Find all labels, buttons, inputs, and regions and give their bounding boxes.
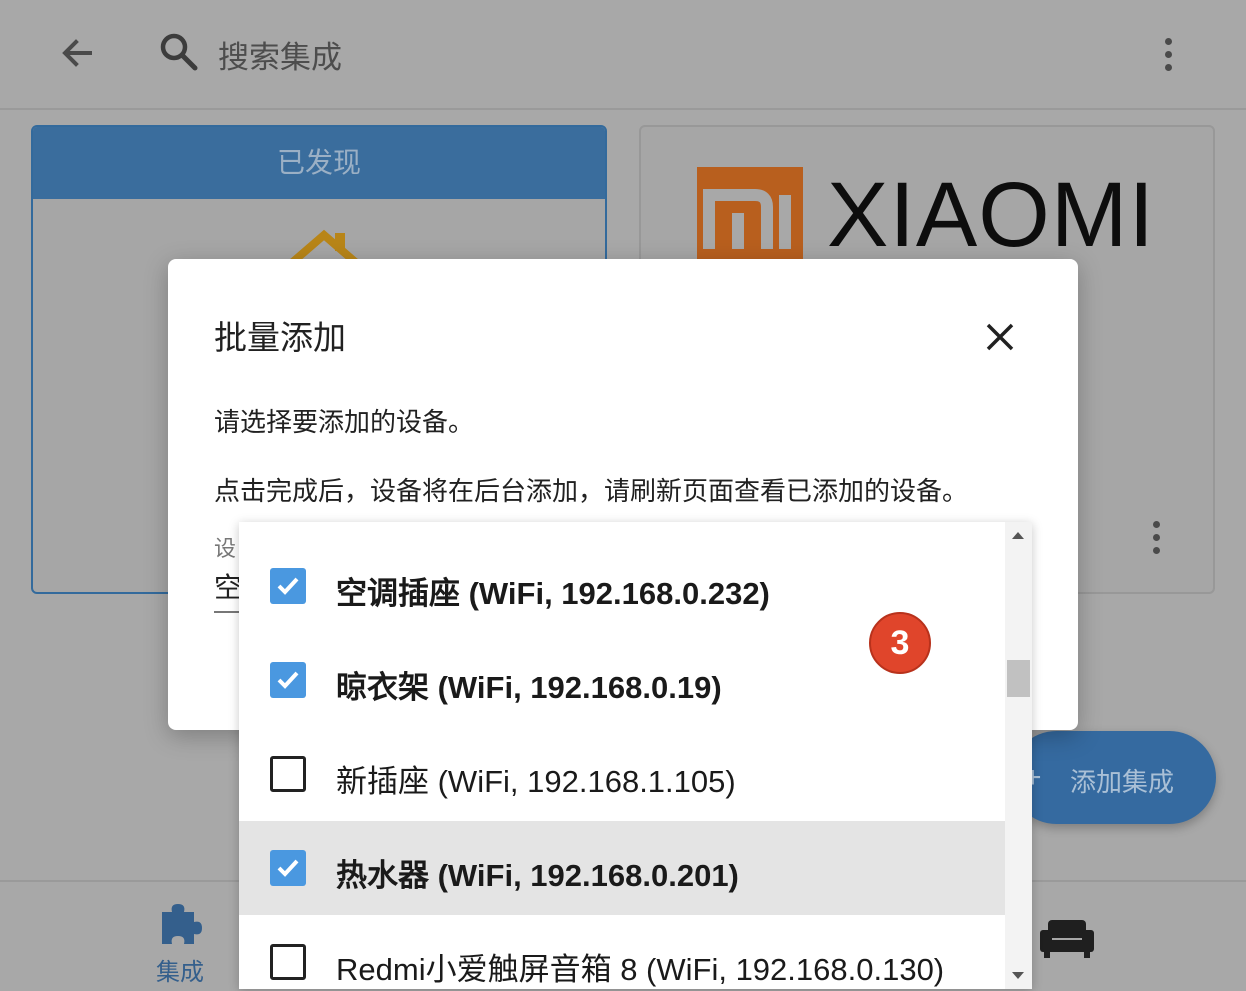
sofa-icon[interactable]: [1040, 918, 1094, 958]
scroll-up-arrow-icon[interactable]: [1012, 532, 1024, 539]
device-select-field[interactable]: 空: [214, 566, 242, 606]
device-dropdown-list[interactable]: 空调插座 (WiFi, 192.168.0.232) 晾衣架 (WiFi, 19…: [239, 522, 1032, 989]
search-input[interactable]: 搜索集成: [218, 32, 342, 77]
card-overflow-menu-icon[interactable]: [1140, 517, 1174, 557]
list-item[interactable]: 新插座 (WiFi, 192.168.1.105): [239, 727, 1005, 821]
nav-integrations-label: 集成: [156, 959, 204, 986]
scroll-down-arrow-icon[interactable]: [1012, 972, 1024, 979]
list-item-label: 热水器 (WiFi, 192.168.0.201): [336, 858, 739, 893]
list-item-label: Redmi小爱触屏音箱 8 (WiFi, 192.168.0.130): [336, 952, 945, 987]
xiaomi-brand-text: XIAOMI: [827, 164, 1156, 266]
add-integration-button[interactable]: + 添加集成: [1010, 731, 1216, 824]
list-item-label: 晾衣架 (WiFi, 192.168.0.19): [336, 670, 722, 705]
discovered-card-header: 已发现: [33, 127, 605, 199]
list-item[interactable]: Redmi小爱触屏音箱 8 (WiFi, 192.168.0.130): [239, 915, 1005, 989]
app-topbar: 搜索集成: [0, 0, 1246, 110]
scrollbar-thumb[interactable]: [1007, 660, 1030, 697]
puzzle-icon: [156, 898, 204, 946]
nav-item-integrations[interactable]: 集成: [140, 892, 220, 986]
scrollbar[interactable]: [1005, 522, 1032, 989]
step-number-badge: 3: [869, 612, 931, 674]
list-item-label: 空调插座 (WiFi, 192.168.0.232): [336, 576, 770, 611]
dialog-title: 批量添加: [214, 319, 346, 356]
search-icon[interactable]: [158, 31, 200, 73]
dialog-hint: 点击完成后，设备将在后台添加，请刷新页面查看已添加的设备。: [214, 476, 969, 506]
checkbox-checked-icon[interactable]: [270, 850, 306, 886]
back-icon[interactable]: [56, 30, 102, 76]
device-select-label: 设: [214, 536, 237, 561]
checkbox-unchecked-icon[interactable]: [270, 944, 306, 980]
overflow-menu-icon[interactable]: [1150, 32, 1186, 76]
dialog-description: 请选择要添加的设备。: [214, 407, 475, 437]
list-item-label: 新插座 (WiFi, 192.168.1.105): [336, 764, 736, 799]
xiaomi-logo-icon: [697, 167, 803, 261]
close-icon[interactable]: [980, 317, 1020, 357]
checkbox-checked-icon[interactable]: [270, 568, 306, 604]
list-item-highlighted[interactable]: 热水器 (WiFi, 192.168.0.201): [239, 821, 1005, 915]
checkbox-checked-icon[interactable]: [270, 662, 306, 698]
checkbox-unchecked-icon[interactable]: [270, 756, 306, 792]
add-integration-label: 添加集成: [1070, 767, 1175, 797]
